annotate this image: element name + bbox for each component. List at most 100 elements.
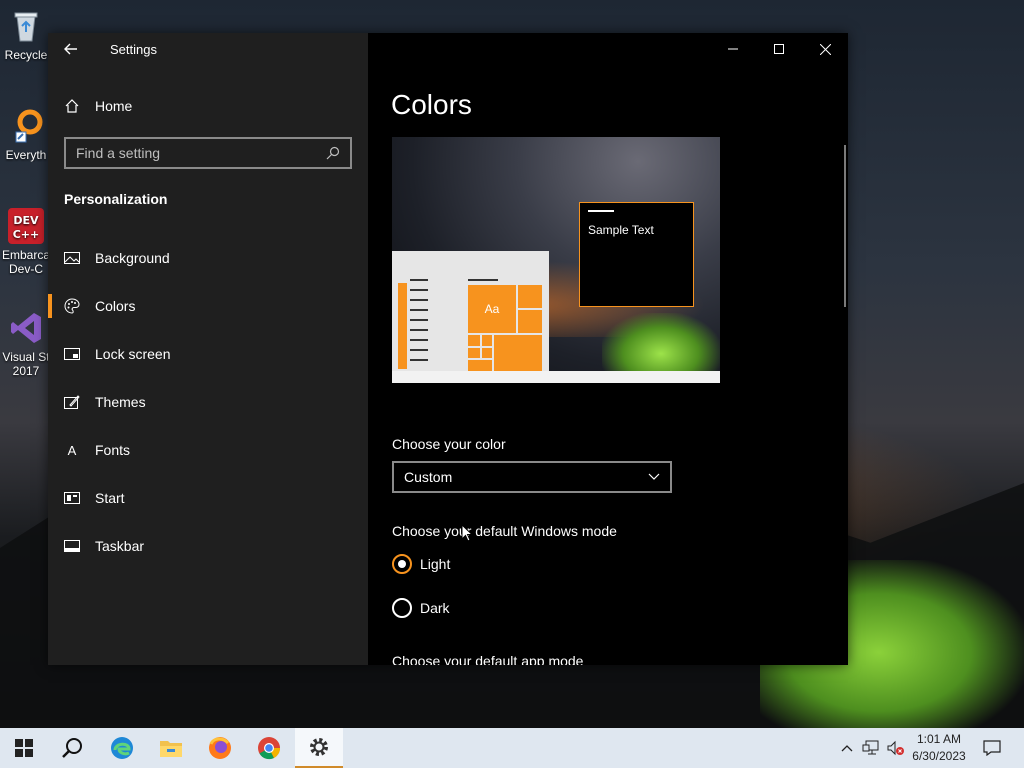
choose-color-label: Choose your color <box>392 436 506 452</box>
back-button[interactable] <box>48 33 94 65</box>
svg-text:C++: C++ <box>13 228 40 241</box>
sidebar-item-start[interactable]: Start <box>48 474 368 522</box>
desktop-icon-everything[interactable]: Everyth <box>0 108 52 162</box>
search-input[interactable] <box>76 145 326 161</box>
color-preview: Aa Sample Text <box>392 137 720 383</box>
picture-icon <box>64 250 80 266</box>
network-icon <box>862 740 879 755</box>
svg-text:DEV: DEV <box>13 214 39 227</box>
preview-menu-lines <box>410 279 428 369</box>
desktop-icon-label: Recycle <box>4 48 48 62</box>
desktop-icon-label: Embarca <box>1 248 51 262</box>
notification-center-button[interactable] <box>976 728 1008 768</box>
search-icon <box>326 146 340 160</box>
sidebar-item-label: Lock screen <box>95 346 171 362</box>
desktop-icon-visual-studio[interactable]: Visual St 2017 <box>0 310 52 378</box>
preview-taskbar-strip <box>392 371 720 383</box>
clock-date: 6/30/2023 <box>912 749 966 763</box>
taskbar-firefox[interactable] <box>196 728 244 768</box>
nav-home[interactable]: Home <box>48 89 368 123</box>
app-title: Settings <box>110 41 157 57</box>
section-title: Personalization <box>64 191 168 207</box>
sidebar-item-background[interactable]: Background <box>48 234 368 282</box>
title-bar: Settings <box>48 33 368 65</box>
sidebar-item-taskbar[interactable]: Taskbar <box>48 522 368 570</box>
mouse-cursor-icon <box>461 524 473 542</box>
visual-studio-icon <box>8 310 44 346</box>
tray-overflow-button[interactable] <box>836 728 858 768</box>
start-icon <box>64 490 80 506</box>
everything-search-icon <box>8 108 44 144</box>
sidebar-item-label: Start <box>95 490 125 506</box>
choose-color-dropdown[interactable]: Custom <box>392 461 672 493</box>
settings-icon <box>310 738 328 756</box>
taskbar: 1:01 AM 6/30/2023 <box>0 728 1024 768</box>
devcpp-icon: DEV C++ <box>8 208 44 244</box>
close-icon <box>819 43 831 55</box>
windows-logo-icon <box>15 739 33 757</box>
taskbar-settings[interactable] <box>295 728 343 768</box>
sidebar: Settings Home Personalization Background <box>48 33 368 665</box>
palette-icon <box>64 298 80 314</box>
preview-tile <box>482 335 492 346</box>
settings-window: Settings Home Personalization Background <box>48 33 848 665</box>
search-box[interactable] <box>64 137 352 169</box>
sidebar-item-lock-screen[interactable]: Lock screen <box>48 330 368 378</box>
desktop-icon-label: Everyth <box>5 148 47 162</box>
preview-tile <box>482 348 492 358</box>
taskbar-clock[interactable]: 1:01 AM 6/30/2023 <box>906 731 972 765</box>
desktop-icon-recycle-bin[interactable]: Recycle <box>0 8 52 62</box>
main-pane: Colors Aa Sample Text Choose your color … <box>368 33 848 665</box>
back-arrow-icon <box>64 43 77 55</box>
choose-color-value: Custom <box>404 469 453 485</box>
taskbar-edge[interactable] <box>98 728 146 768</box>
sidebar-item-label: Colors <box>95 298 136 314</box>
scrollbar[interactable] <box>844 145 846 307</box>
file-explorer-icon <box>160 741 182 757</box>
maximize-button[interactable] <box>756 33 802 65</box>
preview-sample-text: Sample Text <box>588 223 654 237</box>
preview-tile <box>518 285 542 308</box>
app-mode-label: Choose your default app mode <box>392 653 584 665</box>
clock-time: 1:01 AM <box>916 732 962 746</box>
preview-tent <box>602 313 720 371</box>
preview-light-window: Aa <box>392 251 549 371</box>
desktop-icon-devcpp[interactable]: DEV C++ Embarca Dev-C <box>0 208 52 276</box>
sidebar-item-themes[interactable]: Themes <box>48 378 368 426</box>
minimize-icon <box>728 48 738 50</box>
notification-icon <box>983 740 1001 756</box>
close-button[interactable] <box>802 33 848 65</box>
sidebar-item-label: Fonts <box>95 442 131 458</box>
radio-button[interactable] <box>392 598 412 618</box>
desktop-icon-label: Visual St <box>2 350 50 364</box>
tray-volume[interactable] <box>884 728 906 768</box>
preview-tile <box>518 310 542 333</box>
radio-button-checked[interactable] <box>392 554 412 574</box>
window-controls <box>710 33 848 65</box>
search-icon <box>62 738 82 758</box>
themes-icon <box>64 394 80 410</box>
taskbar-file-explorer[interactable] <box>147 728 195 768</box>
taskbar-chrome[interactable] <box>245 728 293 768</box>
chevron-up-icon <box>841 745 853 752</box>
preview-tile <box>468 335 480 346</box>
preview-accent-column <box>398 283 407 369</box>
nav-list: Background Colors Lock screen Themes A F… <box>48 234 368 570</box>
minimize-button[interactable] <box>710 33 756 65</box>
desktop-icon-label-line2: 2017 <box>12 364 40 378</box>
taskbar-search-button[interactable] <box>48 728 96 768</box>
radio-label: Light <box>420 556 451 572</box>
radio-light[interactable]: Light <box>392 554 450 574</box>
radio-dark[interactable]: Dark <box>392 598 450 618</box>
preview-tiles-header <box>468 279 498 281</box>
preview-dark-window: Sample Text <box>579 202 694 307</box>
start-button[interactable] <box>0 728 48 768</box>
tray-network[interactable] <box>860 728 882 768</box>
edge-icon <box>111 737 133 759</box>
sidebar-item-colors[interactable]: Colors <box>48 282 368 330</box>
sidebar-item-label: Themes <box>95 394 146 410</box>
sidebar-item-fonts[interactable]: A Fonts <box>48 426 368 474</box>
sidebar-item-label: Taskbar <box>95 538 145 554</box>
page-title: Colors <box>391 89 472 120</box>
radio-dot <box>398 560 406 568</box>
